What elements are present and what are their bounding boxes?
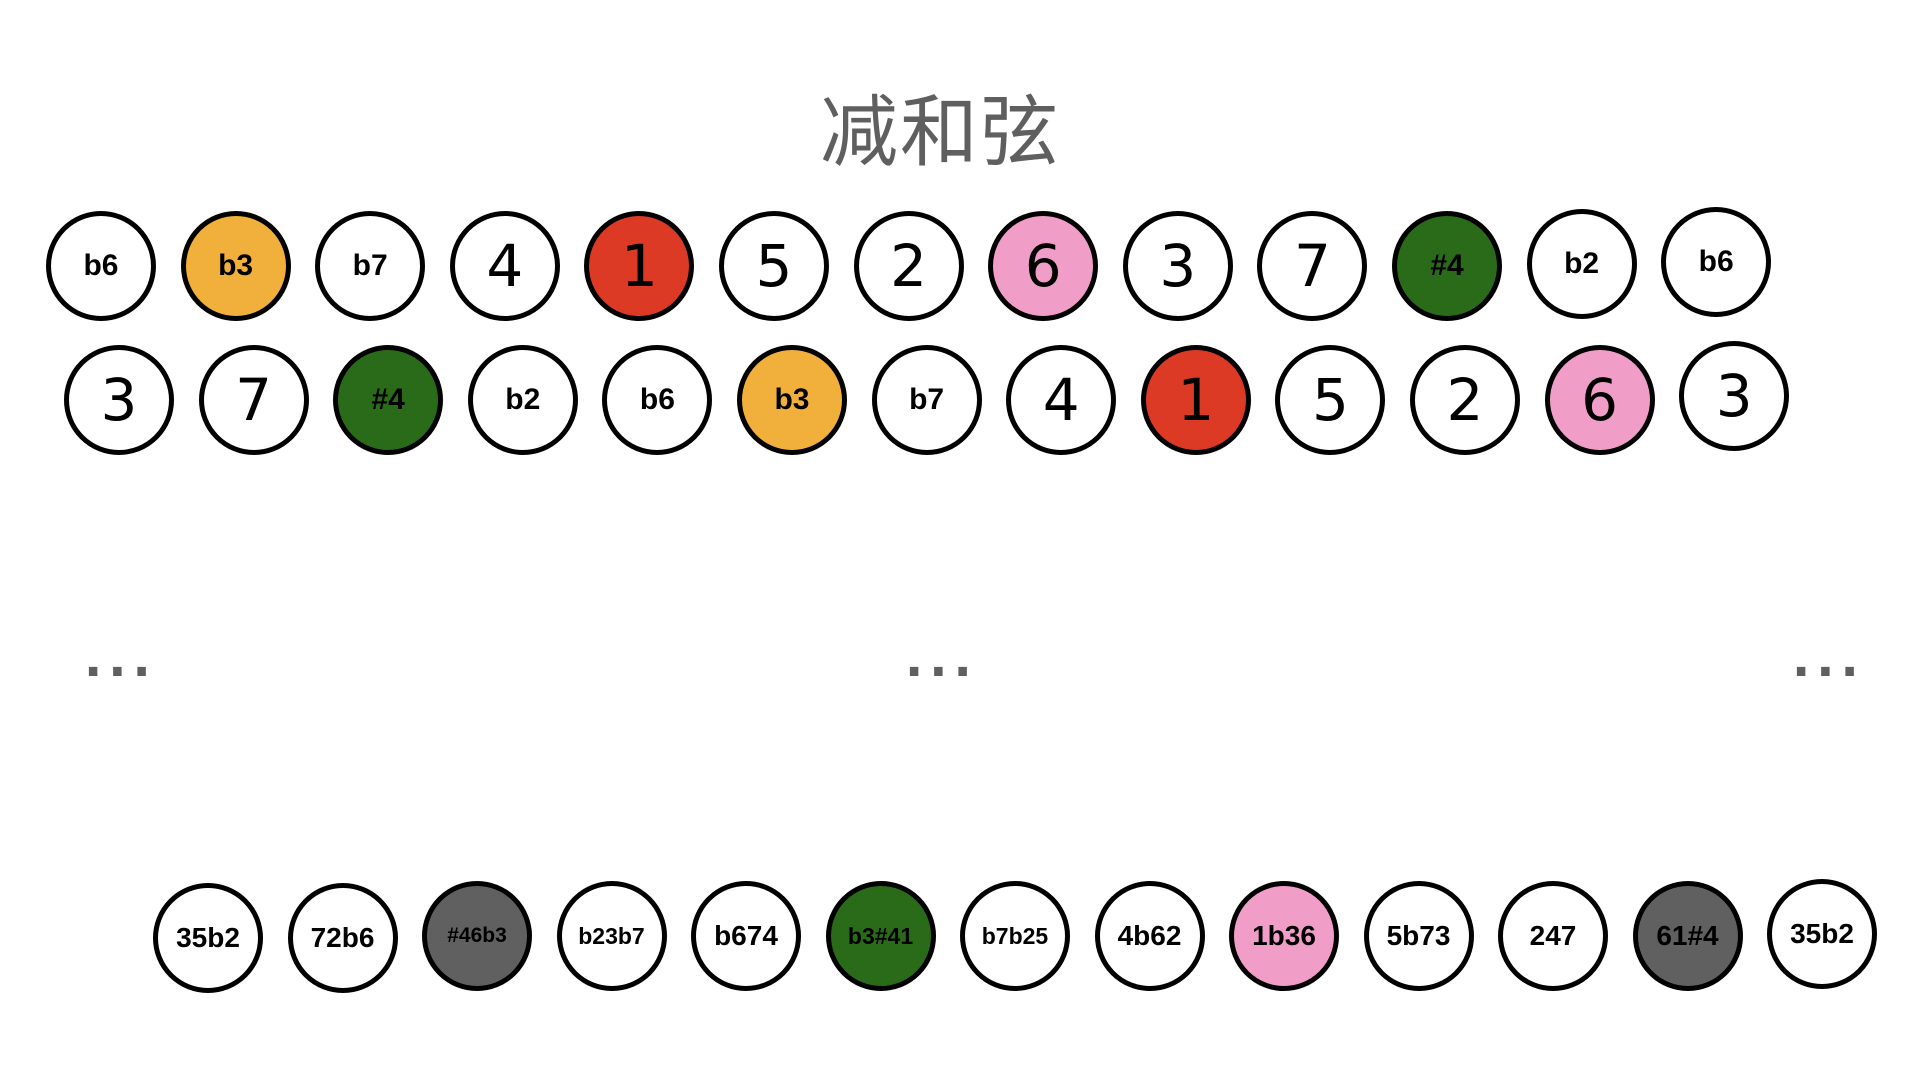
note-circle-lower-label: 5 bbox=[1311, 366, 1349, 434]
note-circle-lower-13: 3 bbox=[1679, 341, 1790, 451]
note-circle-upper-label: 5 bbox=[755, 232, 793, 300]
chord-circle-11: 247 bbox=[1498, 881, 1608, 991]
note-circle-lower-4: b2 bbox=[467, 345, 578, 455]
note-circle-upper-label: b2 bbox=[1564, 247, 1600, 280]
note-circle-upper-label: b6 bbox=[1698, 245, 1734, 278]
chord-circle-5: b674 bbox=[691, 881, 801, 991]
note-circle-upper-9: 3 bbox=[1122, 211, 1233, 321]
note-circle-lower-1: 3 bbox=[64, 345, 174, 455]
chord-circle-label: b7b25 bbox=[981, 922, 1049, 949]
chord-circle-label: 72b6 bbox=[310, 922, 375, 953]
note-circle-upper-label: b6 bbox=[83, 249, 119, 282]
page-title: 减和弦 bbox=[819, 88, 1060, 178]
note-circle-upper-13: b6 bbox=[1661, 207, 1772, 317]
chord-circle-label: b23b7 bbox=[578, 922, 645, 949]
note-circle-lower-label: #4 bbox=[371, 383, 405, 416]
note-circle-upper-6: 5 bbox=[719, 211, 829, 321]
note-circle-lower-5: b6 bbox=[602, 345, 713, 455]
note-circle-lower-8: 4 bbox=[1006, 345, 1117, 455]
note-circle-lower-3: #4 bbox=[333, 345, 444, 455]
note-circle-upper-10: 7 bbox=[1257, 211, 1368, 321]
note-circle-lower-2: 7 bbox=[198, 345, 309, 455]
note-circle-lower-label: b7 bbox=[909, 383, 945, 416]
ellipsis-center: ... bbox=[905, 632, 978, 688]
note-circle-lower-label: 2 bbox=[1446, 366, 1484, 434]
chord-circle-12: 61#4 bbox=[1632, 881, 1743, 991]
note-circle-upper-label: 7 bbox=[1293, 232, 1331, 300]
note-circle-upper-12: b2 bbox=[1526, 209, 1637, 319]
note-circle-lower-label: 6 bbox=[1581, 366, 1619, 434]
note-circle-lower-7: b7 bbox=[871, 345, 982, 455]
note-circle-lower-label: 3 bbox=[1715, 362, 1753, 430]
note-circle-lower-label: b6 bbox=[639, 383, 675, 416]
note-circle-upper-label: b7 bbox=[352, 249, 388, 282]
note-circle-lower-label: b2 bbox=[505, 383, 541, 416]
chord-circle-label: 5b73 bbox=[1386, 920, 1451, 951]
chord-circle-label: 35b2 bbox=[176, 922, 240, 953]
chord-circle-label: 35b2 bbox=[1790, 918, 1854, 949]
note-circle-upper-label: 1 bbox=[620, 232, 658, 300]
note-circle-upper-label: 2 bbox=[890, 232, 928, 300]
note-circle-lower-label: b3 bbox=[774, 383, 810, 416]
note-circle-upper-3: b7 bbox=[315, 211, 426, 321]
note-circle-upper-label: 3 bbox=[1159, 232, 1197, 300]
note-circle-upper-1: b6 bbox=[46, 211, 156, 321]
note-circle-upper-label: b3 bbox=[218, 249, 254, 282]
note-circle-lower-label: 4 bbox=[1042, 366, 1080, 434]
note-circle-lower-label: 3 bbox=[100, 366, 138, 434]
note-circle-upper-label: 4 bbox=[486, 232, 524, 300]
chord-circle-6: b3#41 bbox=[825, 881, 936, 991]
note-circle-lower-label: 7 bbox=[235, 366, 273, 434]
chord-circle-7: b7b25 bbox=[960, 881, 1070, 991]
chord-circle-label: b674 bbox=[714, 920, 778, 951]
chord-circle-3: #46b3 bbox=[422, 881, 532, 991]
chord-circle-label: b3#41 bbox=[847, 922, 914, 949]
chord-circle-2: 72b6 bbox=[287, 883, 398, 993]
chord-circle-4: b23b7 bbox=[556, 881, 667, 991]
note-circle-lower-10: 5 bbox=[1275, 345, 1386, 455]
note-circle-lower-6: b3 bbox=[737, 345, 847, 455]
chord-circle-9: 1b36 bbox=[1229, 881, 1339, 991]
chord-circle-13: 35b2 bbox=[1767, 879, 1877, 989]
chord-circle-label: 247 bbox=[1529, 920, 1577, 951]
note-circle-upper-7: 2 bbox=[853, 211, 964, 321]
note-circle-upper-11: #4 bbox=[1392, 211, 1502, 321]
note-circle-upper-8: 6 bbox=[988, 211, 1099, 321]
note-circle-lower-12: 6 bbox=[1544, 345, 1655, 455]
note-circle-upper-5: 1 bbox=[584, 211, 695, 321]
note-circle-lower-9: 1 bbox=[1140, 345, 1251, 455]
ellipsis-right: ... bbox=[1792, 632, 1865, 688]
note-circle-lower-label: 1 bbox=[1177, 366, 1215, 434]
chord-circle-label: 4b62 bbox=[1117, 920, 1182, 951]
note-circle-upper-label: 6 bbox=[1024, 232, 1062, 300]
chord-circle-label: #46b3 bbox=[447, 924, 507, 947]
note-circle-upper-label: #4 bbox=[1430, 249, 1464, 282]
note-circle-upper-2: b3 bbox=[180, 211, 291, 321]
chord-circle-label: 61#4 bbox=[1656, 920, 1719, 951]
chord-circle-1: 35b2 bbox=[153, 883, 263, 993]
note-circle-upper-4: 4 bbox=[449, 211, 560, 321]
note-circle-lower-11: 2 bbox=[1410, 345, 1520, 455]
ellipsis-left: ... bbox=[84, 632, 157, 688]
chord-circle-10: 5b73 bbox=[1363, 881, 1474, 991]
chord-circle-label: 1b36 bbox=[1252, 920, 1316, 951]
chord-circle-8: 4b62 bbox=[1094, 881, 1205, 991]
